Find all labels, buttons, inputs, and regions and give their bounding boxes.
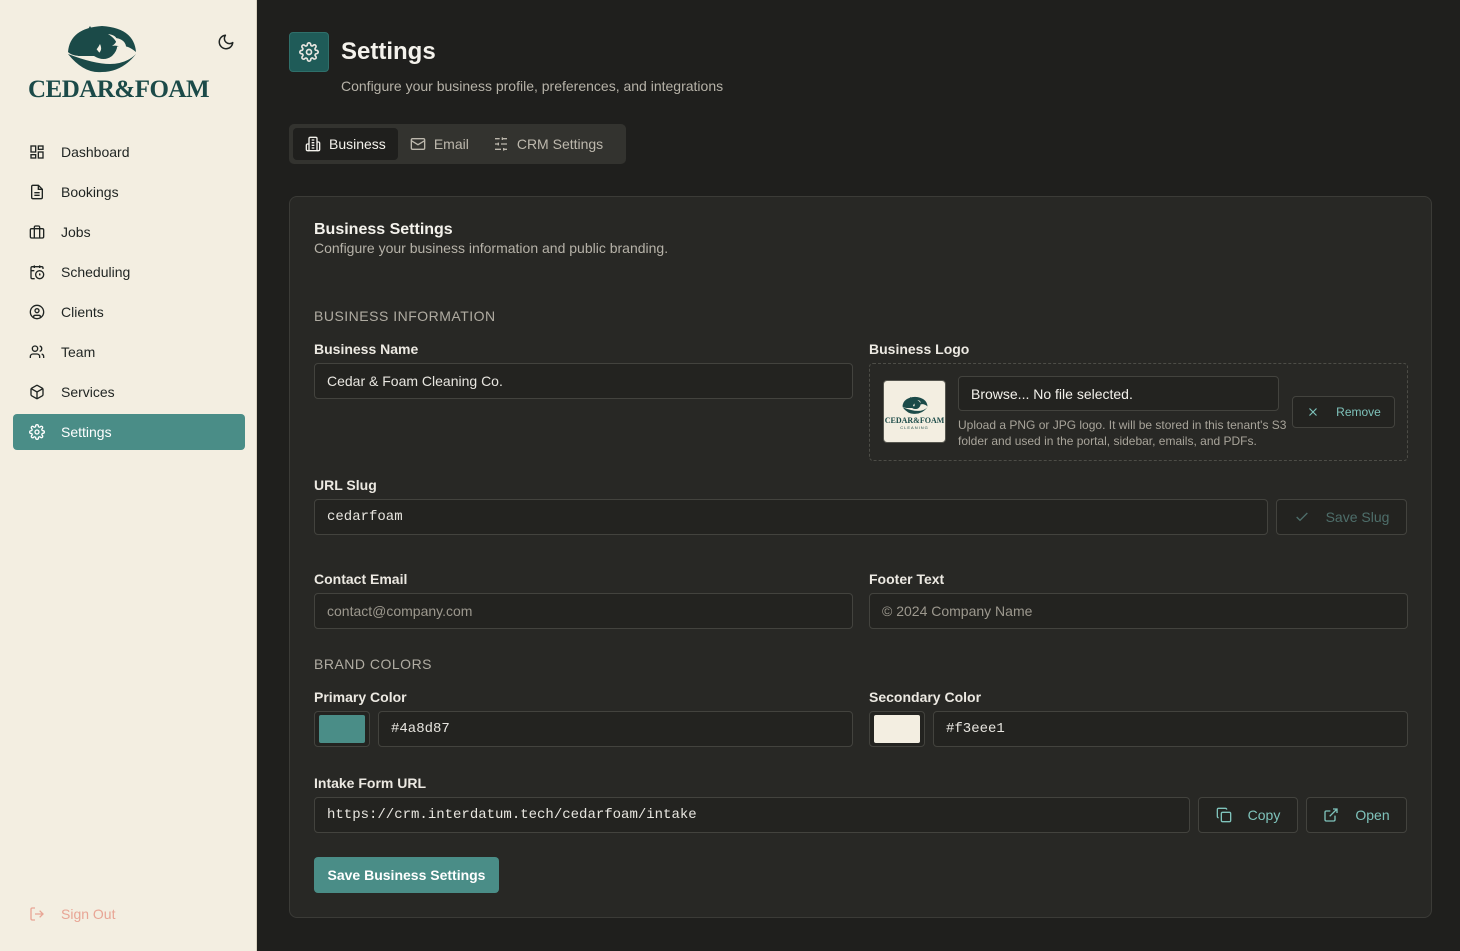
- page-title: Settings: [341, 38, 436, 65]
- save-business-settings-button[interactable]: Save Business Settings: [314, 857, 499, 893]
- settings-tabs: Business Email CRM Settings: [289, 124, 626, 164]
- users-icon: [29, 344, 45, 360]
- main-content: Settings Configure your business profile…: [257, 0, 1460, 951]
- sidebar-item-label: Clients: [61, 304, 104, 320]
- dashboard-icon: [29, 144, 45, 160]
- external-link-icon: [1323, 807, 1339, 823]
- remove-logo-button[interactable]: Remove: [1292, 396, 1395, 428]
- card-subtitle: Configure your business information and …: [314, 240, 669, 256]
- tab-crm-settings[interactable]: CRM Settings: [481, 128, 615, 160]
- box-icon: [29, 384, 45, 400]
- sidebar-nav: Dashboard Bookings Jobs Scheduling Clien…: [13, 134, 245, 454]
- url-slug-label: URL Slug: [314, 477, 377, 493]
- calendar-clock-icon: [29, 264, 45, 280]
- sidebar-item-label: Jobs: [61, 224, 91, 240]
- primary-color-swatch: [319, 715, 365, 743]
- check-icon: [1294, 509, 1310, 525]
- sign-out-label: Sign Out: [61, 906, 116, 922]
- contact-email-label: Contact Email: [314, 571, 408, 587]
- gear-icon: [29, 424, 45, 440]
- footer-text-input[interactable]: © 2024 Company Name: [869, 593, 1408, 629]
- theme-toggle-button[interactable]: [217, 33, 237, 53]
- footer-text-label: Footer Text: [869, 571, 945, 587]
- copy-label: Copy: [1247, 807, 1281, 823]
- copy-icon: [1216, 807, 1232, 823]
- close-icon: [1309, 408, 1318, 416]
- brand-logo[interactable]: CEDAR&FOAM: [28, 22, 210, 103]
- intake-url-label: Intake Form URL: [314, 775, 427, 791]
- sidebar-item-label: Dashboard: [61, 144, 130, 160]
- logout-icon: [29, 906, 45, 922]
- sidebar-item-services[interactable]: Services: [13, 374, 245, 410]
- open-label: Open: [1355, 807, 1390, 823]
- thumb-logo-subtext: CLEANING: [900, 424, 929, 430]
- document-icon: [29, 184, 45, 200]
- sidebar-item-scheduling[interactable]: Scheduling: [13, 254, 245, 290]
- sidebar-item-label: Services: [61, 384, 115, 400]
- intake-url-input[interactable]: https://crm.interdatum.tech/cedarfoam/in…: [314, 797, 1190, 833]
- business-name-input[interactable]: Cedar & Foam Cleaning Co.: [314, 363, 853, 399]
- business-name-label: Business Name: [314, 341, 419, 357]
- thumb-logo-text: CEDAR&FOAM: [884, 415, 945, 425]
- logo-help-text: Upload a PNG or JPG logo. It will be sto…: [958, 418, 1287, 448]
- section-heading-business-information: BUSINESS INFORMATION: [314, 308, 496, 324]
- sidebar-item-label: Scheduling: [61, 264, 131, 280]
- business-logo-label: Business Logo: [869, 341, 970, 357]
- save-slug-button[interactable]: Save Slug: [1276, 499, 1407, 535]
- moon-icon: [218, 34, 234, 50]
- tab-business[interactable]: Business: [293, 128, 398, 160]
- remove-label: Remove: [1336, 405, 1381, 419]
- tab-email[interactable]: Email: [398, 128, 481, 160]
- sidebar-item-label: Team: [61, 344, 96, 360]
- card-title: Business Settings: [314, 221, 453, 238]
- sliders-icon: [493, 136, 509, 152]
- business-settings-card: Business Settings Configure your busines…: [289, 196, 1432, 918]
- primary-color-picker[interactable]: [314, 711, 370, 747]
- primary-color-input[interactable]: #4a8d87: [378, 711, 853, 747]
- secondary-color-input[interactable]: #f3eee1: [933, 711, 1408, 747]
- page-subtitle: Configure your business profile, prefere…: [341, 78, 724, 94]
- briefcase-icon: [29, 224, 45, 240]
- sidebar-item-jobs[interactable]: Jobs: [13, 214, 245, 250]
- secondary-color-label: Secondary Color: [869, 689, 982, 705]
- logo-file-input[interactable]: Browse... No file selected.: [958, 376, 1279, 411]
- sidebar-item-bookings[interactable]: Bookings: [13, 174, 245, 210]
- sign-out-button[interactable]: Sign Out: [29, 906, 115, 922]
- building-icon: [305, 136, 321, 152]
- secondary-color-swatch: [874, 715, 920, 743]
- sidebar: CEDAR&FOAM Dashboard Bookings Jobs Sched…: [0, 0, 257, 951]
- primary-color-label: Primary Color: [314, 689, 407, 705]
- copy-url-button[interactable]: Copy: [1198, 797, 1298, 833]
- mail-icon: [410, 136, 426, 152]
- sidebar-item-team[interactable]: Team: [13, 334, 245, 370]
- tab-label: Email: [433, 136, 469, 152]
- secondary-color-picker[interactable]: [869, 711, 925, 747]
- url-slug-input[interactable]: cedarfoam: [314, 499, 1268, 535]
- tab-label: Business: [329, 136, 386, 152]
- sidebar-item-clients[interactable]: Clients: [13, 294, 245, 330]
- business-logo-preview: CEDAR&FOAM CLEANING: [883, 380, 946, 443]
- user-circle-icon: [29, 304, 45, 320]
- cedar-wave-logo-icon: [901, 396, 928, 414]
- page-header-icon: [289, 32, 329, 72]
- business-logo-dropzone: CEDAR&FOAM CLEANING Browse... No file se…: [869, 363, 1408, 461]
- contact-email-input[interactable]: contact@company.com: [314, 593, 853, 629]
- brand-logo-text: CEDAR&FOAM: [28, 76, 210, 103]
- sidebar-item-settings[interactable]: Settings: [13, 414, 245, 450]
- cedar-wave-logo-icon: [68, 26, 136, 73]
- sidebar-item-label: Bookings: [61, 184, 119, 200]
- section-heading-brand-colors: BRAND COLORS: [314, 656, 433, 672]
- gear-icon: [299, 42, 319, 62]
- tab-label: CRM Settings: [516, 136, 604, 152]
- sidebar-item-dashboard[interactable]: Dashboard: [13, 134, 245, 170]
- sidebar-item-label: Settings: [61, 424, 112, 440]
- open-url-button[interactable]: Open: [1306, 797, 1407, 833]
- save-slug-label: Save Slug: [1325, 509, 1390, 525]
